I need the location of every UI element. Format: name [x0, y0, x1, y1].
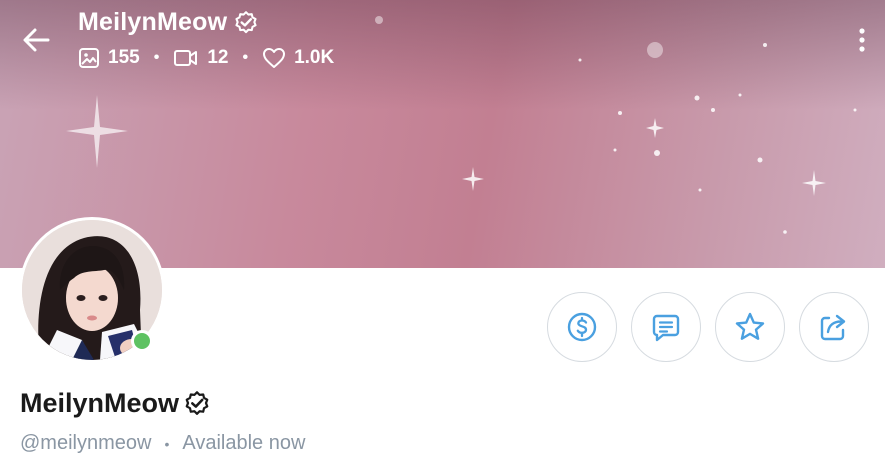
availability-status: Available now: [182, 432, 306, 454]
likes-count: 1.0K: [294, 47, 335, 68]
message-icon: [652, 314, 680, 342]
stats-separator: •: [153, 49, 160, 66]
message-button[interactable]: [631, 292, 701, 362]
verified-badge-icon: [185, 390, 209, 415]
share-button[interactable]: [799, 292, 869, 362]
heart-icon: [263, 48, 286, 68]
verified-badge-icon: [235, 10, 257, 33]
arrow-left-icon: [23, 28, 50, 52]
likes-stat: 1.0K: [262, 47, 334, 69]
header-title-text: MeilynMeow: [78, 8, 228, 36]
online-status-indicator: [131, 330, 153, 352]
subline-separator: •: [164, 435, 170, 452]
more-vertical-icon: [859, 28, 865, 52]
profile-name-text: MeilynMeow: [20, 388, 180, 418]
share-icon: [820, 314, 846, 341]
photos-count: 155: [108, 47, 140, 68]
image-icon: [79, 48, 99, 68]
photos-stat: 155: [78, 47, 140, 69]
more-options-button[interactable]: [850, 26, 874, 56]
header-stats: 155 • 12 • 1.0K: [78, 47, 334, 69]
dollar-circle-icon: [567, 312, 597, 342]
favorite-button[interactable]: [715, 292, 785, 362]
profile-handle: @meilynmeow: [20, 432, 152, 454]
tip-button[interactable]: [547, 292, 617, 362]
videos-count: 12: [207, 47, 229, 68]
profile-name: MeilynMeow: [20, 388, 211, 419]
videos-stat: 12: [173, 47, 228, 69]
video-icon: [174, 50, 198, 66]
cover-banner: [0, 0, 885, 268]
stats-separator: •: [242, 49, 249, 66]
sparkles-decoration: [66, 16, 857, 234]
back-button[interactable]: [18, 22, 54, 58]
star-icon: [735, 312, 765, 340]
header-title: MeilynMeow: [78, 8, 259, 37]
profile-subline: @meilynmeow • Available now: [20, 432, 305, 455]
